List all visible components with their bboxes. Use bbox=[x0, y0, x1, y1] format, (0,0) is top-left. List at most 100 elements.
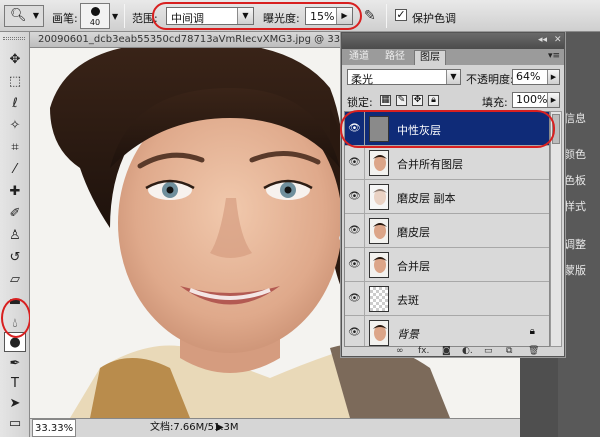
scrollbar-thumb[interactable] bbox=[552, 114, 560, 144]
lock-position-icon[interactable]: ✥ bbox=[412, 95, 423, 106]
collapse-icon[interactable]: ◂◂ bbox=[538, 35, 547, 45]
layer-row[interactable]: 👁︎ 磨皮层 bbox=[345, 214, 549, 248]
lock-icon: 🔒︎ bbox=[529, 326, 535, 337]
toolbox-grip[interactable] bbox=[3, 37, 25, 40]
tool-preset-picker[interactable]: 🔍︎ ▼ bbox=[4, 5, 44, 27]
opacity-input[interactable]: 64% ▶ bbox=[512, 69, 560, 85]
lasso-tool-icon[interactable]: ℓ bbox=[4, 94, 26, 114]
move-tool-icon[interactable]: ✥ bbox=[4, 50, 26, 70]
adjustment-layer-icon[interactable]: ◐. bbox=[462, 346, 473, 356]
toolbox: ✥ ⬚ ℓ ✧ ⌗ ⁄ ✚ ✐ ♙ ↺ ▱ ▬ 💧︎ ● ✒ T ➤ ▭ bbox=[0, 32, 30, 437]
quick-select-tool-icon[interactable]: ✧ bbox=[4, 116, 26, 136]
portrait-thumbnail-icon bbox=[370, 151, 388, 175]
portrait-thumbnail-icon bbox=[370, 321, 388, 345]
fill-input[interactable]: 100% ▶ bbox=[512, 92, 560, 108]
crop-tool-icon[interactable]: ⌗ bbox=[4, 138, 26, 158]
brush-preset-picker[interactable]: 40 bbox=[80, 3, 110, 29]
layer-style-icon[interactable]: fx. bbox=[418, 346, 429, 356]
opacity-label: 不透明度: bbox=[466, 73, 514, 86]
layer-row[interactable]: 👁︎ 合并所有图层 bbox=[345, 146, 549, 180]
marquee-tool-icon[interactable]: ⬚ bbox=[4, 72, 26, 92]
add-mask-icon[interactable]: ◙ bbox=[442, 346, 451, 356]
layer-thumbnail bbox=[369, 184, 389, 210]
protect-tones-checkbox[interactable]: ✓ bbox=[395, 9, 407, 21]
visibility-eye-icon[interactable]: 👁︎ bbox=[345, 180, 365, 213]
dodge-tool-icon: 🔍︎ bbox=[10, 8, 27, 23]
brush-label: 画笔: bbox=[52, 12, 78, 25]
layers-panel: ◂◂ ✕ 通道 路径 图层 ▾≡ 柔光 ▼ 不透明度: 64% ▶ 锁定: ▦ … bbox=[341, 32, 565, 357]
new-group-icon[interactable]: ▭ bbox=[484, 346, 493, 356]
layer-row[interactable]: 👁︎ 合并层 bbox=[345, 248, 549, 282]
type-tool-icon[interactable]: T bbox=[4, 374, 26, 394]
layer-list-scrollbar[interactable] bbox=[550, 111, 562, 347]
zoom-field[interactable]: 33.33% bbox=[32, 419, 76, 437]
panel-menu-icon[interactable]: ▾≡ bbox=[548, 51, 560, 61]
blend-mode-value: 柔光 bbox=[351, 73, 373, 86]
portrait-thumbnail-icon bbox=[370, 219, 388, 243]
visibility-eye-icon[interactable]: 👁︎ bbox=[345, 214, 365, 247]
highlight-oval bbox=[1, 298, 31, 338]
exposure-label: 曝光度: bbox=[263, 12, 300, 25]
visibility-eye-icon[interactable]: 👁︎ bbox=[345, 282, 365, 315]
range-select[interactable]: 中间调 ▼ bbox=[166, 7, 254, 25]
airbrush-icon[interactable]: ✎ bbox=[364, 8, 376, 24]
layer-thumbnail bbox=[369, 218, 389, 244]
divider bbox=[386, 4, 387, 28]
visibility-eye-icon[interactable]: 👁︎ bbox=[345, 316, 365, 346]
exposure-input[interactable]: 15% ▶ bbox=[305, 7, 353, 25]
lock-all-icon[interactable]: 🔒︎ bbox=[428, 95, 439, 106]
layer-row[interactable]: 👁︎ 磨皮层 副本 bbox=[345, 180, 549, 214]
layer-name: 合并所有图层 bbox=[397, 158, 463, 171]
history-brush-tool-icon[interactable]: ↺ bbox=[4, 248, 26, 268]
chevron-right-icon: ▶ bbox=[336, 8, 352, 24]
healing-brush-tool-icon[interactable]: ✚ bbox=[4, 182, 26, 202]
link-layers-icon[interactable]: ∞ bbox=[396, 346, 404, 356]
range-value: 中间调 bbox=[171, 12, 204, 25]
exposure-value: 15% bbox=[310, 10, 335, 23]
path-select-tool-icon[interactable]: ➤ bbox=[4, 394, 26, 414]
visibility-eye-icon[interactable]: 👁︎ bbox=[345, 248, 365, 281]
layer-name: 合并层 bbox=[397, 260, 430, 273]
tab-paths[interactable]: 路径 bbox=[380, 50, 410, 65]
layer-row[interactable]: 👁︎ 去斑 bbox=[345, 282, 549, 316]
blend-mode-select[interactable]: 柔光 ▼ bbox=[347, 69, 461, 86]
new-layer-icon[interactable]: ⧉ bbox=[506, 346, 512, 356]
layer-thumbnail bbox=[369, 116, 389, 142]
pen-tool-icon[interactable]: ✒ bbox=[4, 354, 26, 374]
layer-row[interactable]: 👁︎ 中性灰层 bbox=[345, 112, 549, 146]
lock-pixels-icon[interactable]: ✎ bbox=[396, 95, 407, 106]
delete-layer-icon[interactable]: 🗑︎ bbox=[528, 346, 539, 356]
document-size: 文档:7.66M/51.3M bbox=[150, 422, 239, 433]
layer-row[interactable]: 👁︎ 背景 🔒︎ bbox=[345, 316, 549, 346]
panel-footer: ∞ fx. ◙ ◐. ▭ ⧉ 🗑︎ bbox=[342, 346, 564, 357]
status-bar: 33.33% 文档:7.66M/51.3M ▶ bbox=[30, 418, 520, 437]
visibility-eye-icon[interactable]: 👁︎ bbox=[345, 146, 365, 179]
layer-name: 磨皮层 副本 bbox=[397, 192, 456, 205]
fill-value: 100% bbox=[516, 93, 548, 106]
chevron-down-icon: ▼ bbox=[32, 11, 39, 20]
brush-tip-icon bbox=[91, 7, 100, 16]
layer-name: 去斑 bbox=[397, 294, 419, 307]
eyedropper-tool-icon[interactable]: ⁄ bbox=[4, 160, 26, 180]
shape-tool-icon[interactable]: ▭ bbox=[4, 414, 26, 434]
divider bbox=[124, 4, 125, 28]
visibility-eye-icon[interactable]: 👁︎ bbox=[345, 112, 365, 145]
lock-transparent-icon[interactable]: ▦ bbox=[380, 95, 391, 106]
layer-thumbnail bbox=[369, 252, 389, 278]
chevron-right-icon[interactable]: ▶ bbox=[216, 419, 224, 437]
layer-thumbnail bbox=[369, 150, 389, 176]
brush-tool-icon[interactable]: ✐ bbox=[4, 204, 26, 224]
tab-channels[interactable]: 通道 bbox=[344, 50, 374, 65]
chevron-down-icon[interactable]: ▼ bbox=[112, 12, 118, 21]
layer-name: 磨皮层 bbox=[397, 226, 430, 239]
panel-tabs: 通道 路径 图层 ▾≡ bbox=[342, 49, 564, 65]
layer-thumbnail bbox=[369, 320, 389, 346]
clone-stamp-tool-icon[interactable]: ♙ bbox=[4, 226, 26, 246]
opacity-value: 64% bbox=[516, 70, 541, 83]
eraser-tool-icon[interactable]: ▱ bbox=[4, 270, 26, 290]
tab-layers[interactable]: 图层 bbox=[414, 50, 446, 65]
close-icon[interactable]: ✕ bbox=[554, 35, 562, 45]
panel-header[interactable]: ◂◂ ✕ bbox=[342, 33, 564, 49]
chevron-right-icon: ▶ bbox=[547, 70, 559, 84]
brush-size: 40 bbox=[89, 18, 101, 27]
